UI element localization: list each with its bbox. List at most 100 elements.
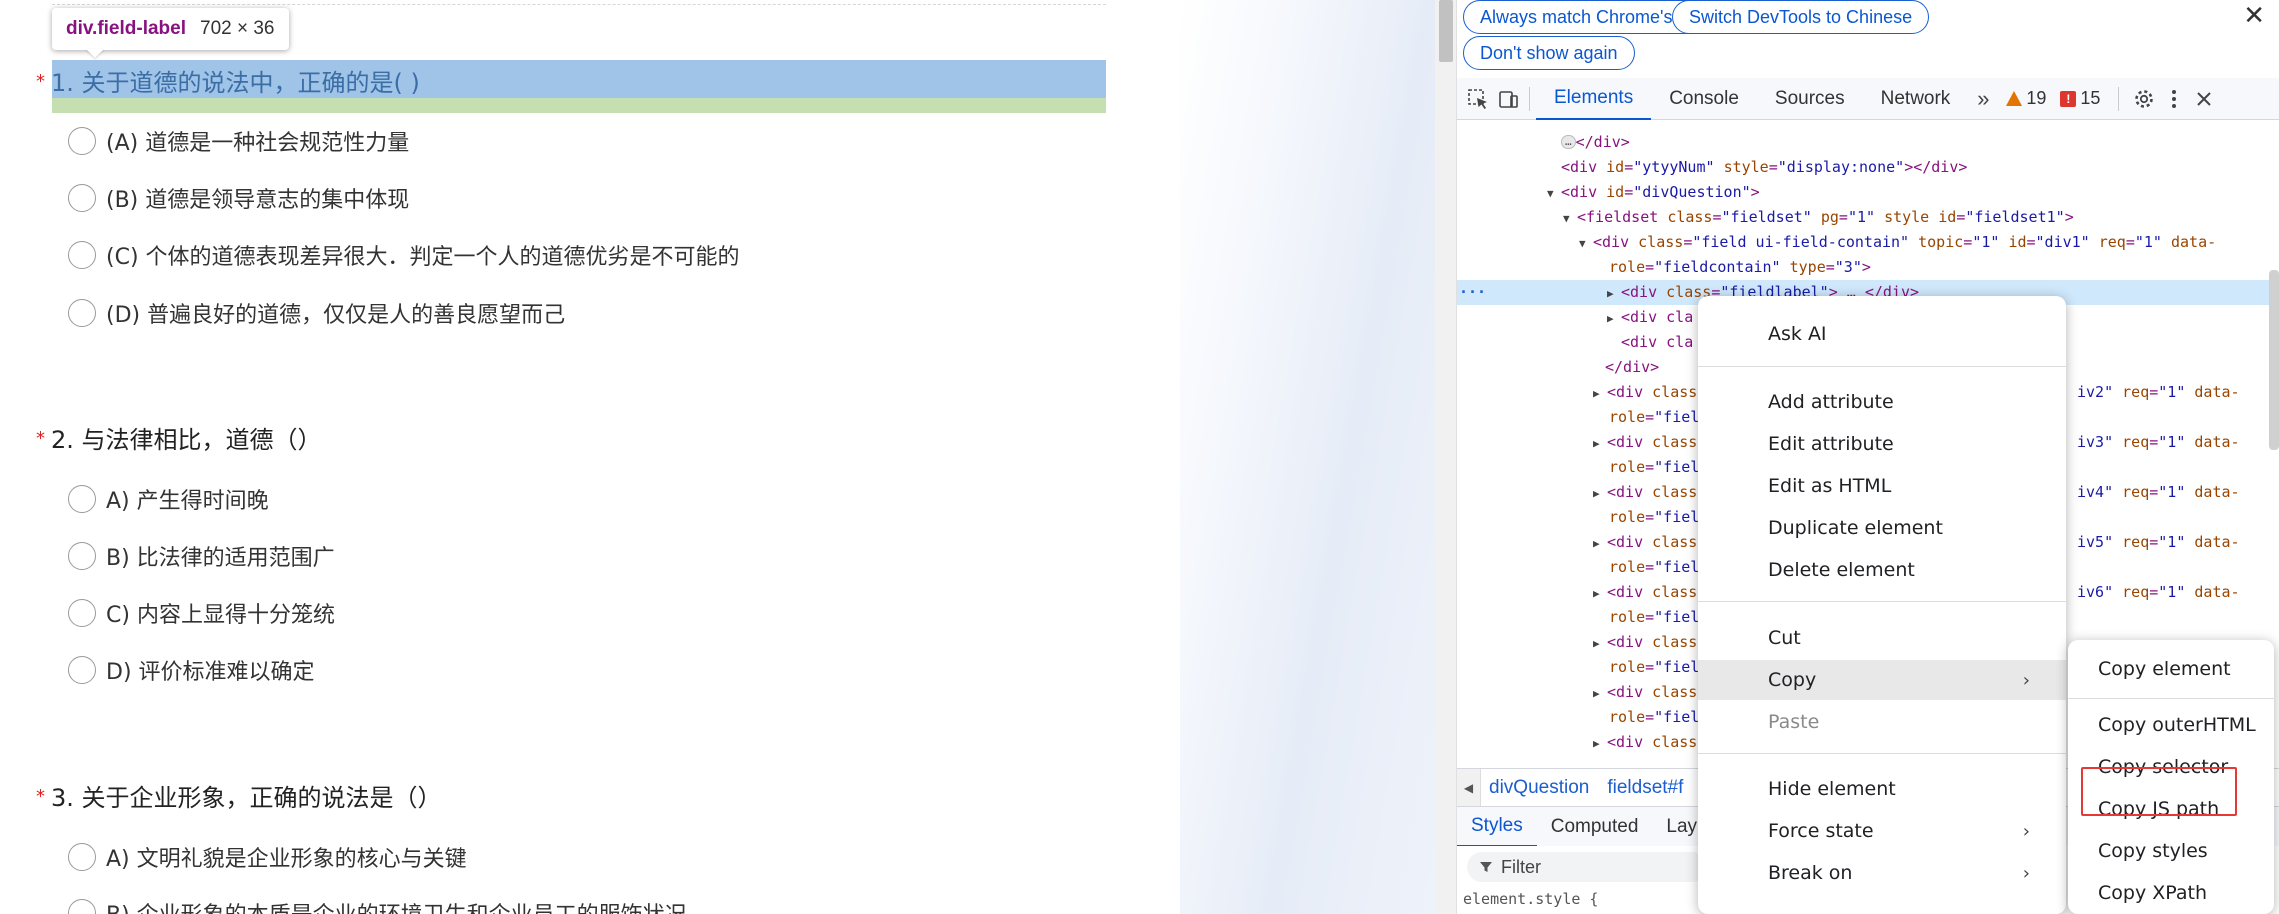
toolbar-divider bbox=[1529, 86, 1530, 111]
dom-line-tail: iv3" req="1" data- bbox=[2077, 433, 2240, 451]
option-1c[interactable]: (C) 个体的道德表现差异很大．判定一个人的道德优劣是不可能的 bbox=[68, 240, 740, 270]
required-mark: * bbox=[36, 786, 45, 807]
option-label: C) 内容上显得十分笼统 bbox=[106, 603, 335, 628]
more-dots-icon[interactable]: ··· bbox=[1459, 280, 1486, 305]
breadcrumb-item-fieldset[interactable]: fieldset#f bbox=[1607, 777, 1683, 799]
highlight-outline bbox=[2081, 767, 2237, 816]
tooltip-tag: div bbox=[66, 18, 93, 39]
dotted-divider bbox=[52, 4, 1106, 5]
tab-computed[interactable]: Computed bbox=[1537, 807, 1653, 847]
option-1b[interactable]: (B) 道德是领导意志的集中体现 bbox=[68, 183, 409, 213]
menu-item-copy-xpath[interactable]: Copy XPath bbox=[2068, 874, 2274, 912]
menu-divider bbox=[1698, 601, 2066, 602]
tab-elements[interactable]: Elements bbox=[1536, 78, 1652, 120]
devtools-toolbar: Elements Console Sources Network » 19 ! 1… bbox=[1457, 78, 2279, 120]
radio-button[interactable] bbox=[68, 542, 96, 570]
chevron-right-icon: › bbox=[2022, 669, 2030, 691]
kebab-menu-icon[interactable] bbox=[2159, 84, 2189, 114]
dom-line[interactable]: role="fieldcontain" type="3"> bbox=[1457, 255, 2279, 280]
dom-line[interactable]: ▼ <div id="divQuestion"> bbox=[1457, 180, 2279, 205]
error-count: 15 bbox=[2080, 88, 2101, 108]
radio-button[interactable] bbox=[68, 899, 96, 914]
warnings-badge[interactable]: 19 bbox=[2006, 88, 2046, 109]
menu-item-force-state[interactable]: Force state › bbox=[1698, 811, 2066, 851]
radio-button[interactable] bbox=[68, 127, 96, 155]
radio-button[interactable] bbox=[68, 241, 96, 269]
close-icon[interactable]: ✕ bbox=[2243, 0, 2265, 31]
menu-item-edit-as-html[interactable]: Edit as HTML bbox=[1698, 466, 2066, 506]
menu-item-break-on[interactable]: Break on › bbox=[1698, 853, 2066, 893]
inspect-element-icon[interactable] bbox=[1463, 84, 1493, 114]
tooltip-size: 702 × 36 bbox=[200, 18, 275, 39]
menu-item-copy[interactable]: Copy › bbox=[1698, 660, 2066, 700]
option-3b[interactable]: B) 企业形象的本质是企业的环境卫生和企业员工的服饰状况 bbox=[68, 898, 687, 914]
page-background bbox=[1180, 0, 1435, 914]
option-3a[interactable]: A) 文明礼貌是企业形象的核心与关键 bbox=[68, 842, 467, 872]
more-tabs-icon[interactable]: » bbox=[1968, 84, 1998, 114]
radio-button[interactable] bbox=[68, 599, 96, 627]
question-title-2: * 2. 与法律相比，道德（） bbox=[36, 420, 322, 455]
page-scrollbar[interactable] bbox=[1435, 0, 1457, 914]
filter-icon bbox=[1480, 862, 1492, 872]
close-devtools-icon[interactable] bbox=[2189, 84, 2219, 114]
dom-line[interactable]: ▼ <div class="field ui-field-contain" top… bbox=[1457, 230, 2279, 255]
question-number: 2. bbox=[51, 426, 74, 454]
menu-item-label: Copy bbox=[1768, 669, 1817, 691]
tab-styles[interactable]: Styles bbox=[1457, 807, 1537, 847]
dom-scrollbar-thumb[interactable] bbox=[2269, 270, 2279, 450]
radio-button[interactable] bbox=[68, 656, 96, 684]
option-1a[interactable]: (A) 道德是一种社会规范性力量 bbox=[68, 126, 409, 156]
menu-item-copy-element[interactable]: Copy element bbox=[2068, 650, 2274, 688]
tab-network[interactable]: Network bbox=[1863, 78, 1969, 120]
option-1d[interactable]: (D) 普遍良好的道德，仅仅是人的善良愿望而己 bbox=[68, 298, 565, 328]
option-2c[interactable]: C) 内容上显得十分笼统 bbox=[68, 598, 335, 628]
tab-console[interactable]: Console bbox=[1651, 78, 1757, 120]
option-label: (A) 道德是一种社会规范性力量 bbox=[106, 131, 410, 156]
menu-item-add-attribute[interactable]: Add attribute bbox=[1698, 382, 2066, 422]
radio-button[interactable] bbox=[68, 485, 96, 513]
survey-page: div.field-label 702 × 36 * 1. 关于道德的说法中，正确… bbox=[0, 0, 1180, 914]
menu-item-ask-ai[interactable]: Ask AI bbox=[1698, 314, 2066, 354]
radio-button[interactable] bbox=[68, 184, 96, 212]
menu-item-copy-outerhtml[interactable]: Copy outerHTML bbox=[2068, 706, 2274, 744]
option-2a[interactable]: A) 产生得时间晚 bbox=[68, 484, 269, 514]
option-label: D) 评价标准难以确定 bbox=[106, 660, 315, 685]
dom-line[interactable]: … </div> bbox=[1457, 130, 2279, 155]
scrollbar-thumb[interactable] bbox=[1439, 0, 1453, 62]
question-title-1: * 1. 关于道德的说法中，正确的是( ) bbox=[36, 63, 420, 98]
device-toolbar-icon[interactable] bbox=[1493, 84, 1523, 114]
filter-placeholder: Filter bbox=[1501, 856, 1541, 877]
errors-badge[interactable]: ! 15 bbox=[2060, 88, 2100, 109]
ellipsis-badge[interactable]: … bbox=[1561, 135, 1576, 149]
dont-show-again-button[interactable]: Don't show again bbox=[1463, 36, 1635, 70]
menu-item-paste: Paste bbox=[1768, 711, 1820, 733]
option-label: (C) 个体的道德表现差异很大．判定一个人的道德优劣是不可能的 bbox=[106, 245, 740, 270]
menu-item-label: Break on bbox=[1768, 862, 1853, 884]
tab-sources[interactable]: Sources bbox=[1757, 78, 1863, 120]
tooltip-class: .field-label bbox=[92, 18, 187, 39]
option-label: A) 文明礼貌是企业形象的核心与关键 bbox=[106, 847, 467, 872]
option-2b[interactable]: B) 比法律的适用范围广 bbox=[68, 541, 335, 571]
breadcrumb-item-divquestion[interactable]: divQuestion bbox=[1489, 777, 1589, 799]
dom-line[interactable]: ▼ <fieldset class="fieldset" pg="1" style… bbox=[1457, 205, 2279, 230]
menu-item-cut[interactable]: Cut bbox=[1698, 618, 2066, 658]
menu-item-edit-attribute[interactable]: Edit attribute bbox=[1698, 424, 2066, 464]
settings-gear-icon[interactable] bbox=[2129, 84, 2159, 114]
dom-line[interactable]: <div id="ytyyNum" style="display:none"><… bbox=[1457, 155, 2279, 180]
switch-language-button[interactable]: Switch DevTools to Chinese bbox=[1672, 0, 1930, 34]
menu-item-delete-element[interactable]: Delete element bbox=[1698, 550, 2066, 590]
error-icon: ! bbox=[2060, 90, 2077, 107]
menu-item-duplicate-element[interactable]: Duplicate element bbox=[1698, 508, 2066, 548]
question-number: 1. bbox=[51, 69, 74, 97]
required-mark: * bbox=[36, 428, 45, 449]
option-2d[interactable]: D) 评价标准难以确定 bbox=[68, 655, 315, 685]
radio-button[interactable] bbox=[68, 843, 96, 871]
menu-item-copy-styles[interactable]: Copy styles bbox=[2068, 832, 2274, 870]
inspect-highlight-margin bbox=[52, 98, 1106, 113]
question-title-3: * 3. 关于企业形象，正确的说法是（） bbox=[36, 778, 442, 813]
question-text: 关于企业形象，正确的说法是（） bbox=[81, 784, 442, 812]
radio-button[interactable] bbox=[68, 299, 96, 327]
breadcrumb-scroll-left-icon[interactable]: ◀ bbox=[1457, 768, 1481, 807]
menu-item-hide-element[interactable]: Hide element bbox=[1698, 769, 2066, 809]
filter-input[interactable]: Filter bbox=[1467, 852, 1707, 882]
